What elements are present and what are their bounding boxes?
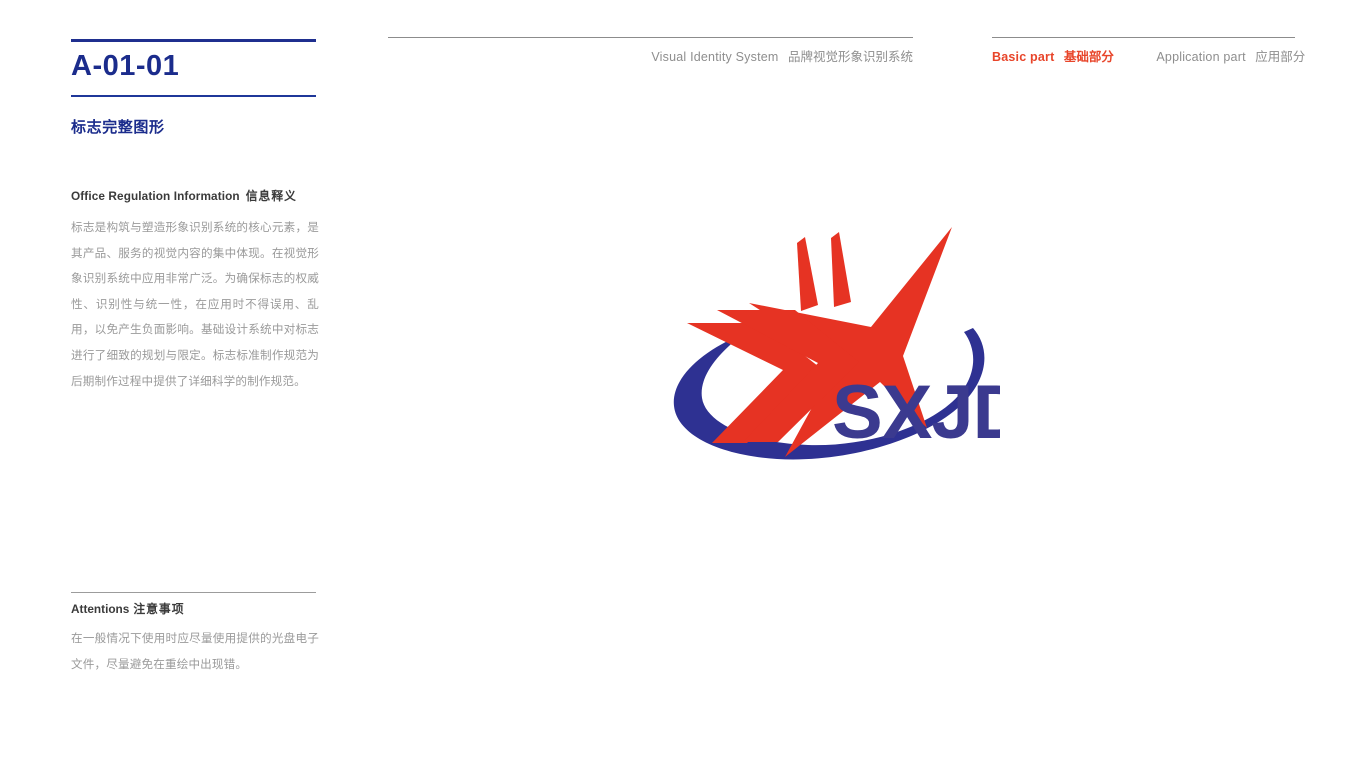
logo-artwork: SXJD: [655, 210, 1000, 520]
page-code: A-01-01: [71, 50, 180, 82]
info-heading-en: Office Regulation Information: [71, 189, 240, 203]
attentions-block: Attentions 注意事项 在一般情况下使用时应尽量使用提供的光盘电子文件，尽…: [71, 600, 319, 677]
nav-item-label-cn: 基础部分: [1063, 50, 1114, 64]
attentions-heading-cn: 注意事项: [133, 602, 185, 616]
info-body-text: 标志是构筑与塑造形象识别系统的核心元素，是其产品、服务的视觉内容的集中体现。在视…: [71, 221, 319, 388]
info-heading-cn: 信息释义: [245, 189, 297, 203]
page-title: 标志完整图形: [71, 119, 165, 136]
logo-trail-spikes: [797, 232, 851, 311]
page-code-bottom-rule: [71, 95, 316, 97]
info-heading: Office Regulation Information 信息释义: [71, 187, 319, 204]
nav-rule-right: [992, 37, 1295, 38]
attentions-heading-en: Attentions: [71, 602, 130, 616]
nav-center-group: Visual Identity System 品牌视觉形象识别系统: [388, 46, 913, 66]
page-code-top-rule: [71, 39, 316, 42]
attentions-body-text: 在一般情况下使用时应尽量使用提供的光盘电子文件，尽量避免在重绘中出现错。: [71, 632, 319, 671]
nav-item-visual-identity-system[interactable]: Visual Identity System 品牌视觉形象识别系统: [651, 46, 913, 66]
attentions-heading: Attentions 注意事项: [71, 600, 319, 617]
nav-item-label-cn: 应用部分: [1255, 50, 1306, 64]
nav-item-label-en: Application part: [1156, 50, 1246, 64]
logo-wordmark: SXJD: [832, 370, 1000, 455]
nav-rule-center: [388, 37, 913, 38]
nav-item-application-part[interactable]: Application part 应用部分: [1156, 46, 1305, 66]
info-block: Office Regulation Information 信息释义 标志是构筑与…: [71, 187, 319, 394]
nav-item-label-en: Visual Identity System: [651, 50, 779, 64]
nav-item-label-en: Basic part: [992, 50, 1055, 64]
attentions-rule: [71, 592, 316, 593]
nav-item-label-cn: 品牌视觉形象识别系统: [787, 50, 913, 64]
top-navigation: Visual Identity System 品牌视觉形象识别系统 Basic …: [0, 0, 1366, 90]
nav-item-basic-part[interactable]: Basic part 基础部分: [992, 46, 1114, 66]
nav-right-group: Basic part 基础部分 Application part 应用部分: [992, 46, 1305, 66]
